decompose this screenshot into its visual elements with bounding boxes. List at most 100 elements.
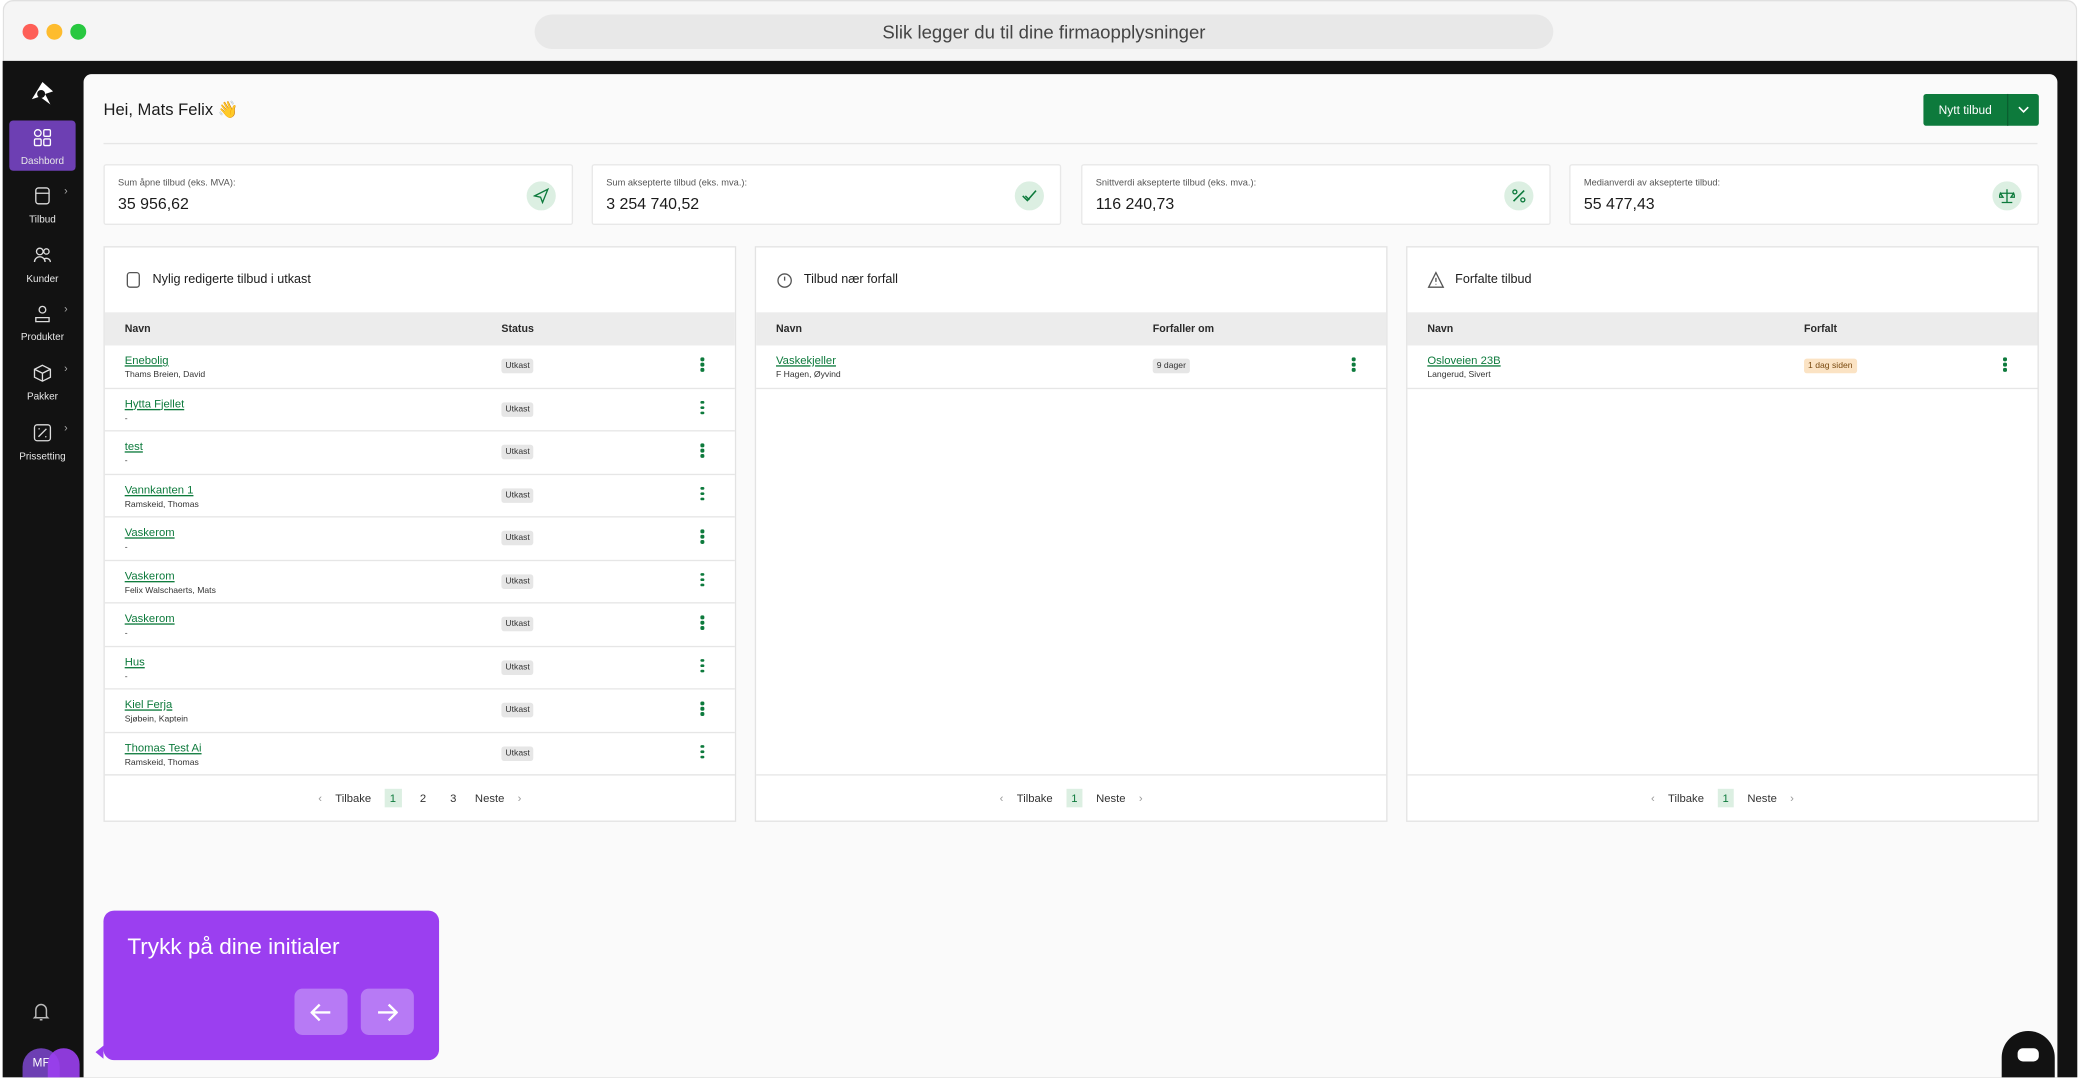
offer-link[interactable]: Vannkanten 1 xyxy=(125,482,194,495)
more-options-icon[interactable] xyxy=(700,615,704,631)
more-options-icon[interactable] xyxy=(700,529,704,545)
bell-icon[interactable] xyxy=(32,1002,51,1022)
prev-page-button[interactable]: Tilbake xyxy=(1017,791,1053,804)
more-options-icon[interactable] xyxy=(700,486,704,502)
arrow-right-icon xyxy=(378,1003,398,1021)
status-badge: 1 dag siden xyxy=(1804,358,1857,374)
page-button[interactable]: 1 xyxy=(1717,788,1735,808)
tour-tooltip: Trykk på dine initialer xyxy=(103,910,440,1061)
more-options-icon[interactable] xyxy=(700,744,704,760)
panel-drafts: Nylig redigerte tilbud i utkast Navn Sta… xyxy=(103,246,737,822)
offer-link[interactable]: Vaskerom xyxy=(125,611,175,624)
customer-name: - xyxy=(124,542,128,552)
table-row: Hus - Utkast xyxy=(104,647,735,690)
new-offer-label: Nytt tilbud xyxy=(1923,93,2009,126)
table-row: Thomas Test Ai Ramskeid, Thomas Utkast xyxy=(104,733,735,776)
minimize-window-button[interactable] xyxy=(46,23,63,40)
sidebar-item-4[interactable]: › Pakker xyxy=(9,356,75,406)
sidebar-item-3[interactable]: › Produkter xyxy=(9,296,75,346)
maximize-window-button[interactable] xyxy=(70,23,87,40)
chat-launcher[interactable] xyxy=(2001,1031,2055,1078)
customer-name: - xyxy=(124,628,128,638)
grid-icon xyxy=(33,129,52,147)
users-icon xyxy=(33,247,52,263)
document-icon xyxy=(126,271,140,288)
more-options-icon[interactable] xyxy=(2003,357,2007,373)
offer-link[interactable]: Vaskerom xyxy=(125,525,175,538)
stat-label: Medianverdi av aksepterte tilbud: xyxy=(1583,178,1721,188)
offer-link[interactable]: Enebolig xyxy=(125,353,169,366)
customer-name: Thams Breien, David xyxy=(124,370,206,380)
stat-card: Sum aksepterte tilbud (eks. mva.): 3 254… xyxy=(591,164,1062,225)
table-row: Kiel Ferja Sjøbein, Kaptein Utkast xyxy=(104,690,735,733)
stat-value: 3 254 740,52 xyxy=(606,194,700,214)
chevron-right-icon[interactable]: › xyxy=(1139,791,1143,804)
stat-value: 116 240,73 xyxy=(1095,194,1175,214)
scale-icon xyxy=(1999,189,2015,204)
chevron-left-icon[interactable]: ‹ xyxy=(1651,791,1655,804)
more-options-icon[interactable] xyxy=(700,658,704,674)
next-page-button[interactable]: Neste xyxy=(1747,791,1776,804)
send-icon xyxy=(533,187,550,204)
customer-name: - xyxy=(124,671,128,681)
status-badge: Utkast xyxy=(501,530,534,546)
chevron-right-icon[interactable]: › xyxy=(518,791,522,804)
pricing-icon xyxy=(33,424,52,442)
more-options-icon[interactable] xyxy=(700,400,704,416)
more-options-icon[interactable] xyxy=(700,443,704,459)
chevron-down-icon[interactable] xyxy=(2008,94,2039,126)
new-offer-button[interactable]: Nytt tilbud xyxy=(1923,93,2039,126)
offer-link[interactable]: Osloveien 23B xyxy=(1427,353,1500,366)
chevron-left-icon[interactable]: ‹ xyxy=(1000,791,1004,804)
status-badge: Utkast xyxy=(501,358,534,374)
column-header: Forfalt xyxy=(1804,322,1838,335)
offer-link[interactable]: test xyxy=(125,439,143,452)
table-row: test - Utkast xyxy=(104,431,735,475)
page-title: Hei, Mats Felix 👋 xyxy=(103,100,239,120)
column-header: Status xyxy=(501,322,534,335)
chevron-right-icon: › xyxy=(64,185,68,198)
address-bar[interactable]: Slik legger du til dine firmaopplysninge… xyxy=(534,14,1554,49)
sidebar-item-0[interactable]: Dashbord xyxy=(9,120,76,171)
app-logo-icon[interactable] xyxy=(29,81,56,107)
offer-link[interactable]: Kiel Ferja xyxy=(125,697,173,710)
sidebar-item-label: Kunder xyxy=(26,272,59,285)
customer-name: Langerud, Sivert xyxy=(1427,370,1491,380)
chevron-right-icon[interactable]: › xyxy=(1790,791,1794,804)
close-window-button[interactable] xyxy=(22,23,39,40)
sidebar-item-label: Tilbud xyxy=(29,213,56,225)
page-button[interactable]: 1 xyxy=(1065,788,1083,808)
panel-overdue: Forfalte tilbud Navn Forfalt Osloveien 2… xyxy=(1406,246,2039,822)
pagination: ‹ Tilbake 1 Neste › xyxy=(756,774,1387,820)
offer-link[interactable]: Vaskekjeller xyxy=(776,353,836,366)
check-icon xyxy=(1022,190,1037,202)
tour-prev-button[interactable] xyxy=(294,988,348,1035)
prev-page-button[interactable]: Tilbake xyxy=(1668,791,1704,804)
offer-link[interactable]: Hus xyxy=(125,654,145,667)
next-page-button[interactable]: Neste xyxy=(1096,791,1125,804)
column-header: Navn xyxy=(776,322,802,335)
tour-next-button[interactable] xyxy=(360,988,414,1035)
table-header: Navn Forfalt xyxy=(1407,312,2038,346)
more-options-icon[interactable] xyxy=(700,357,704,373)
more-options-icon[interactable] xyxy=(700,701,704,717)
chevron-left-icon[interactable]: ‹ xyxy=(318,791,322,804)
stat-value: 55 477,43 xyxy=(1583,194,1655,214)
page-button[interactable]: 2 xyxy=(415,789,432,808)
next-page-button[interactable]: Neste xyxy=(475,791,504,804)
more-options-icon[interactable] xyxy=(1351,357,1356,373)
sidebar-item-2[interactable]: Kunder xyxy=(9,238,75,288)
offer-link[interactable]: Vaskerom xyxy=(125,568,175,581)
table-row: Hytta Fjellet - Utkast xyxy=(104,388,735,432)
page-button[interactable]: 3 xyxy=(445,789,462,808)
page-button[interactable]: 1 xyxy=(384,788,402,808)
sidebar-item-5[interactable]: › Prissetting xyxy=(9,416,75,466)
sidebar-item-1[interactable]: › Tilbud xyxy=(9,179,75,229)
status-badge: Utkast xyxy=(501,444,534,460)
prev-page-button[interactable]: Tilbake xyxy=(335,791,371,804)
browser-titlebar: Slik legger du til dine firmaopplysninge… xyxy=(2,0,2078,61)
offer-link[interactable]: Hytta Fjellet xyxy=(125,396,185,409)
more-options-icon[interactable] xyxy=(700,572,704,588)
offer-link[interactable]: Thomas Test Ai xyxy=(125,740,202,753)
table-row: Vaskerom Felix Walschaerts, Mats Utkast xyxy=(104,561,735,604)
